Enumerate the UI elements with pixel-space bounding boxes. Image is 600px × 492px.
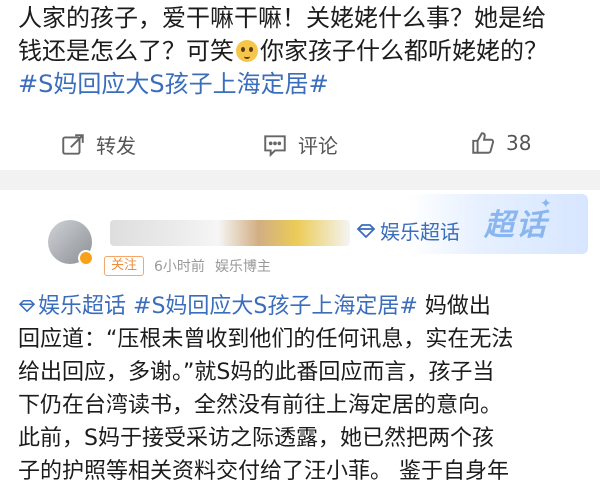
share-icon — [62, 133, 84, 155]
topic-inline-label: 娱乐超话 — [38, 294, 127, 319]
post-body: 娱乐超话 #S妈回应大S孩子上海定居# 妈做出 回应道：“压根未曾收到他们的任何… — [18, 290, 590, 488]
verified-badge-icon — [78, 250, 94, 266]
topic-label: 娱乐超话 — [380, 220, 460, 244]
post-line: 子的护照等相关资料交付给了汪小菲。 鉴于自身年 — [18, 459, 509, 484]
comment-icon — [264, 134, 286, 157]
comment-label: 评论 — [298, 134, 338, 158]
post-body: 人家的孩子，爱干嘛干嘛！关姥姥什么事？她是给 钱还是怎么了？可笑 你家孩子什么都听… — [18, 2, 588, 101]
post-text: 钱还是怎么了？可笑 — [18, 37, 234, 65]
diamond-icon — [356, 223, 376, 238]
topic-link[interactable]: 娱乐超话 — [356, 216, 460, 245]
post-line: 给出回应，多谢。”就S妈的此番回应而言，孩子当 — [18, 360, 495, 385]
post-card-bottom: 超话 ✦ 娱乐超话 关注 6小时前 娱乐博主 娱乐超话 #S妈回应大S孩子上海定… — [0, 190, 600, 492]
post-line: 回应道：“压根未曾收到他们的任何讯息，实在无法 — [18, 327, 514, 352]
post-source: 娱乐博主 — [214, 259, 271, 275]
action-bar: 转发 评论 38 — [0, 120, 600, 168]
post-meta: 关注 6小时前 娱乐博主 — [104, 256, 271, 276]
follow-badge[interactable]: 关注 — [104, 256, 145, 276]
post-time: 6小时前 — [154, 259, 205, 275]
post-line: 此前，S妈于接受采访之际透露，她已然把两个孩 — [18, 426, 494, 451]
like-button[interactable]: 38 — [470, 130, 531, 156]
post-line: 下仍在台湾读书，全然没有前往上海定居的意向。 — [18, 393, 503, 418]
sparkle-icon: ✦ — [540, 196, 552, 212]
diamond-icon — [18, 299, 36, 313]
laugh-emoji-icon — [236, 40, 258, 62]
feed-separator — [0, 170, 600, 190]
post-line: 娱乐超话 #S妈回应大S孩子上海定居# 妈做出 — [18, 290, 590, 323]
share-label: 转发 — [96, 134, 136, 158]
post-text: 你家孩子什么都听姥姥的？ — [260, 37, 548, 65]
post-text: 妈做出 — [417, 294, 491, 319]
hashtag-link[interactable]: #S妈回应大S孩子上海定居# — [18, 68, 588, 101]
topic-inline-link[interactable]: 娱乐超话 — [18, 294, 126, 319]
topic-banner-word: 超话 — [484, 208, 548, 243]
share-button[interactable]: 转发 — [60, 130, 136, 159]
post-line: 人家的孩子，爱干嘛干嘛！关姥姥什么事？她是给 — [18, 4, 546, 32]
blurred-username[interactable] — [110, 220, 350, 246]
post-line: 钱还是怎么了？可笑 你家孩子什么都听姥姥的？ — [18, 35, 588, 68]
hashtag-link[interactable]: #S妈回应大S孩子上海定居# — [133, 294, 418, 319]
post-card-top: 人家的孩子，爱干嘛干嘛！关姥姥什么事？她是给 钱还是怎么了？可笑 你家孩子什么都听… — [0, 0, 600, 170]
like-count: 38 — [506, 131, 532, 155]
comment-button[interactable]: 评论 — [262, 130, 338, 159]
thumbs-up-icon — [472, 132, 495, 154]
